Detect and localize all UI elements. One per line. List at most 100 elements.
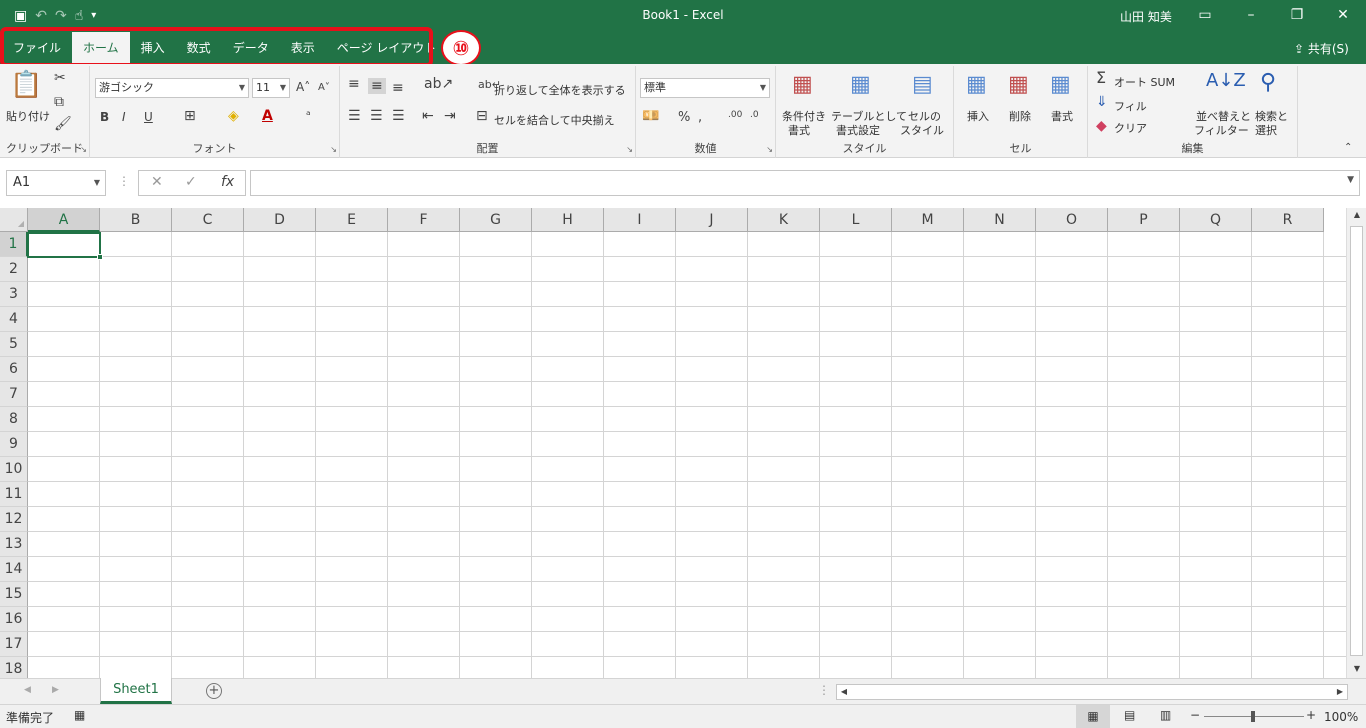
percent-button[interactable]: % <box>678 110 690 125</box>
orientation-icon[interactable]: ab↗ <box>424 76 453 92</box>
row-header[interactable]: 12 <box>0 507 28 532</box>
expand-formula-bar-icon[interactable]: ▼ <box>1347 175 1354 185</box>
phonetic-icon[interactable]: ᵃ <box>306 108 311 122</box>
font-name-select[interactable]: 游ゴシック ▼ <box>95 78 249 98</box>
macro-record-icon[interactable]: ▦ <box>74 708 85 722</box>
align-bottom-icon[interactable]: ≡ <box>392 80 404 96</box>
paste-icon[interactable]: 📋 <box>10 70 42 100</box>
select-all-button[interactable]: ◢ <box>0 208 28 232</box>
worksheet-grid[interactable]: ◢ ABCDEFGHIJKLMNOPQR 1 2 3 4 5 6 7 8 9 10 11 12 13 14… <box>0 208 1346 678</box>
decrease-indent-icon[interactable]: ⇤ <box>422 108 434 124</box>
column-header[interactable]: F <box>388 208 460 232</box>
sort-filter-label-2[interactable]: フィルター <box>1194 122 1249 138</box>
name-box[interactable]: A1 ▼ <box>6 170 106 196</box>
column-header[interactable]: E <box>316 208 388 232</box>
cell-styles-label-2[interactable]: スタイル <box>900 122 944 138</box>
sheet-tab[interactable]: Sheet1 <box>100 678 172 704</box>
shrink-font-icon[interactable]: A˅ <box>318 82 330 93</box>
cancel-icon[interactable]: ✕ <box>151 174 163 190</box>
fill-handle[interactable] <box>97 254 103 260</box>
column-header[interactable]: G <box>460 208 532 232</box>
user-name[interactable]: 山田 知美 <box>1120 8 1172 25</box>
font-size-select[interactable]: 11 ▼ <box>252 78 290 98</box>
column-header[interactable]: C <box>172 208 244 232</box>
comma-style-icon[interactable]: , <box>698 110 702 125</box>
add-sheet-icon[interactable]: + <box>206 683 222 699</box>
column-header[interactable]: Q <box>1180 208 1252 232</box>
scroll-down-icon[interactable]: ▼ <box>1347 664 1366 673</box>
alignment-launcher-icon[interactable]: ↘ <box>626 145 633 154</box>
borders-icon[interactable]: ⊞ <box>184 108 196 124</box>
zoom-in-icon[interactable]: + <box>1306 708 1316 722</box>
font-color-icon[interactable]: A <box>262 108 273 124</box>
row-header[interactable]: 8 <box>0 407 28 432</box>
italic-button[interactable]: I <box>122 110 126 124</box>
clear-button[interactable]: クリア <box>1114 120 1147 136</box>
enter-icon[interactable]: ✓ <box>185 174 197 190</box>
column-header[interactable]: B <box>100 208 172 232</box>
row-header[interactable]: 6 <box>0 357 28 382</box>
format-as-table-label-2[interactable]: 書式設定 <box>836 122 880 138</box>
tab-splitter[interactable]: ⋮ <box>818 683 830 697</box>
conditional-formatting-label-2[interactable]: 書式 <box>788 122 810 138</box>
row-header[interactable]: 18 <box>0 657 28 678</box>
increase-indent-icon[interactable]: ⇥ <box>444 108 456 124</box>
collapse-ribbon-icon[interactable]: ⌃ <box>1344 142 1352 153</box>
align-left-icon[interactable]: ☰ <box>348 108 361 124</box>
column-header[interactable]: K <box>748 208 820 232</box>
currency-icon[interactable]: 💴 <box>642 108 659 124</box>
number-format-select[interactable]: 標準 ▼ <box>640 78 770 98</box>
row-header[interactable]: 17 <box>0 632 28 657</box>
row-header[interactable]: 10 <box>0 457 28 482</box>
delete-cells-button[interactable]: 削除 <box>1009 108 1031 124</box>
insert-cells-button[interactable]: 挿入 <box>967 108 989 124</box>
column-header[interactable]: R <box>1252 208 1324 232</box>
zoom-level[interactable]: 100% <box>1324 710 1358 724</box>
share-button[interactable]: ⇪ 共有(S) <box>1294 40 1349 57</box>
row-header[interactable]: 2 <box>0 257 28 282</box>
column-header[interactable]: P <box>1108 208 1180 232</box>
scroll-up-icon[interactable]: ▲ <box>1347 210 1366 219</box>
row-header[interactable]: 3 <box>0 282 28 307</box>
merge-center-button[interactable]: セルを結合して中央揃え <box>494 112 615 128</box>
page-break-view-icon[interactable]: ▥ <box>1160 708 1171 722</box>
minimize-button[interactable]: – <box>1228 0 1274 32</box>
find-select-label-2[interactable]: 選択 <box>1255 122 1277 138</box>
fill-button[interactable]: フィル <box>1114 98 1147 114</box>
normal-view-icon[interactable]: ▦ <box>1076 705 1110 728</box>
column-header[interactable]: L <box>820 208 892 232</box>
insert-function-button[interactable]: fx <box>221 174 234 190</box>
font-launcher-icon[interactable]: ↘ <box>330 145 337 154</box>
scroll-right-icon[interactable]: ▶ <box>1333 685 1347 699</box>
prev-sheet-icon[interactable]: ◀ <box>24 685 31 695</box>
underline-button[interactable]: U <box>144 110 153 124</box>
column-header[interactable]: D <box>244 208 316 232</box>
row-header[interactable]: 11 <box>0 482 28 507</box>
next-sheet-icon[interactable]: ▶ <box>52 685 59 695</box>
page-layout-view-icon[interactable]: ▤ <box>1124 708 1135 722</box>
column-header[interactable]: O <box>1036 208 1108 232</box>
row-header[interactable]: 1 <box>0 232 28 257</box>
paste-button[interactable]: 貼り付け <box>6 108 50 124</box>
column-header[interactable]: A <box>28 208 100 232</box>
grow-font-icon[interactable]: A˄ <box>296 80 310 94</box>
column-header[interactable]: J <box>676 208 748 232</box>
row-header[interactable]: 15 <box>0 582 28 607</box>
cell-area[interactable] <box>28 232 1346 678</box>
formula-input[interactable]: ▼ <box>250 170 1360 196</box>
ribbon-display-options-icon[interactable]: ▭ <box>1182 0 1228 32</box>
increase-decimal-icon[interactable]: .00 <box>728 110 742 120</box>
row-header[interactable]: 14 <box>0 557 28 582</box>
align-top-icon[interactable]: ≡ <box>348 76 360 92</box>
wrap-text-button[interactable]: 折り返して全体を表示する <box>494 82 626 98</box>
row-header[interactable]: 7 <box>0 382 28 407</box>
column-header[interactable]: I <box>604 208 676 232</box>
row-header[interactable]: 9 <box>0 432 28 457</box>
formula-bar-splitter[interactable]: ⋮ <box>118 174 130 188</box>
column-header[interactable]: H <box>532 208 604 232</box>
row-header[interactable]: 13 <box>0 532 28 557</box>
cut-icon[interactable]: ✂ <box>54 70 66 86</box>
close-button[interactable]: ✕ <box>1320 0 1366 32</box>
fill-color-icon[interactable]: ◈ <box>228 108 239 124</box>
horizontal-scrollbar[interactable]: ◀ ▶ <box>836 684 1348 700</box>
